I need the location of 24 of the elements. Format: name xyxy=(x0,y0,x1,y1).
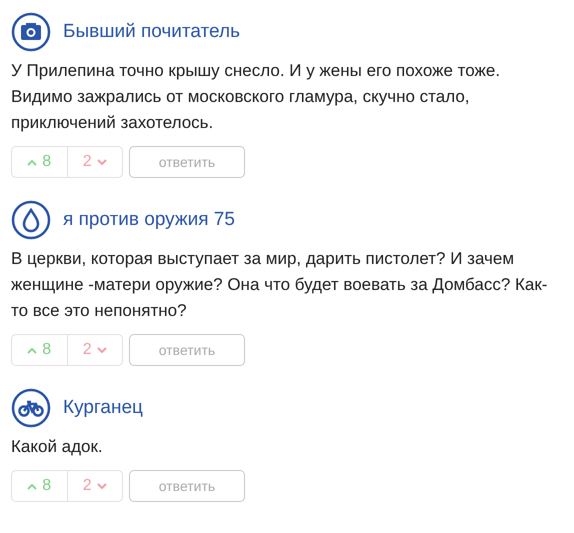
chevron-down-icon xyxy=(96,482,107,490)
upvote-button[interactable]: 8 xyxy=(12,335,66,365)
upvote-button[interactable]: 8 xyxy=(12,471,66,501)
downvote-button[interactable]: 2 xyxy=(66,335,122,365)
downvote-button[interactable]: 2 xyxy=(66,147,122,177)
downvote-button[interactable]: 2 xyxy=(66,471,122,501)
author-name: Курганец xyxy=(63,397,143,419)
avatar-icon xyxy=(11,388,51,428)
author-name: я против оружия 75 xyxy=(63,209,235,231)
comment-text: У Прилепина точно крышу снесло. И у жены его похоже тоже. Видимо зажрались от московского гламура, скучно стало, приключений захотелось. xyxy=(11,60,502,134)
chevron-up-icon xyxy=(27,482,38,490)
chevron-down-icon xyxy=(96,346,107,354)
chevron-up-icon xyxy=(27,158,38,166)
comment-text: Какой адок. xyxy=(11,436,104,458)
avatar-icon xyxy=(11,12,51,52)
reply-button[interactable]: ответить xyxy=(129,334,245,366)
reply-button[interactable]: ответить xyxy=(129,146,245,178)
avatar-icon xyxy=(11,200,51,240)
reply-button[interactable]: ответить xyxy=(129,470,245,502)
chevron-up-icon xyxy=(27,346,38,354)
comment-text: В церкви, которая выступает за мир, дарить пистолет? И зачем женщине -матери оружие? Она что будет воевать за Домбасс? Как-то все это непонятно? xyxy=(11,248,548,322)
chevron-down-icon xyxy=(96,158,107,166)
upvote-button[interactable]: 8 xyxy=(12,147,66,177)
author-name: Бывший почитатель xyxy=(63,21,240,43)
